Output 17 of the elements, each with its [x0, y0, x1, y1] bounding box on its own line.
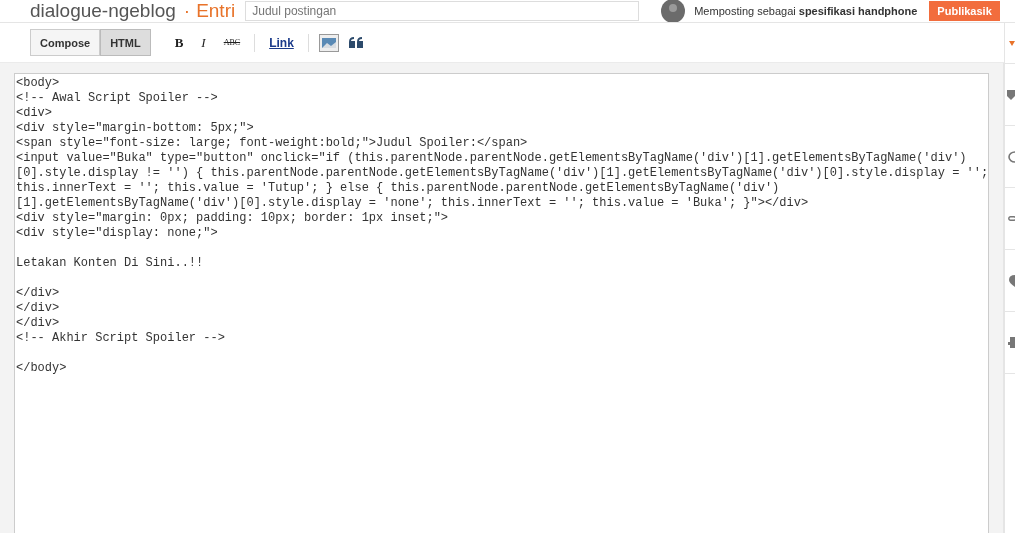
section-label: Entri	[196, 0, 236, 22]
blog-title: dialogue-ngeblog	[30, 0, 176, 22]
strikethrough-button[interactable]: ABC	[219, 38, 245, 47]
mode-tab[interactable]: Compose	[30, 29, 101, 56]
caret-icon[interactable]	[1009, 40, 1015, 46]
link-button[interactable]: Link	[265, 35, 298, 50]
html-editor[interactable]: <body> <!-- Awal Script Spoiler --> <div> <div style="margin-bottom: 5px;"> <span style="font-size: large; font-weight:bold;">Judul Spoiler:</span> <input value="Buka" type="button" onclick="if (this.parentNode.parentNode.getElementsByTagName('div')[1].getElementsByTagName('div') [0].style.display != '') { this.parentNode.parentNode.getElementsByTagName('div')[1].getElementsByTagName('div')[0].style.display = ''; this.innerText = ''; this.value = 'Tutup'; } else { this.parentNode.parentNode.getElementsByTagName('div') [1].getElementsByTagName('div')[0].style.display = 'none'; this.innerText = ''; this.value = 'Buka'; }"></div> <div style="margin: 0px; padding: 10px; border: 1px inset;"> <div style="display: none;"> Letakan Konten Di Sini..!! </div> </div> </div> <!-- Akhir Script Spoiler --> </body>	[14, 73, 990, 533]
post-title-field[interactable]: Judul postingan	[245, 1, 640, 21]
quote-icon[interactable]	[348, 37, 363, 48]
separator-dot: ·	[183, 0, 191, 22]
tag-icon[interactable]	[1007, 89, 1015, 100]
bold-button[interactable]: B	[170, 34, 188, 51]
posting-as-text: Memposting sebagai spesifikasi handphone	[694, 5, 918, 17]
italic-button[interactable]: I	[197, 34, 210, 51]
mode-tab[interactable]: HTML	[100, 29, 151, 56]
image-icon[interactable]	[318, 33, 339, 52]
avatar-icon	[661, 0, 686, 22]
